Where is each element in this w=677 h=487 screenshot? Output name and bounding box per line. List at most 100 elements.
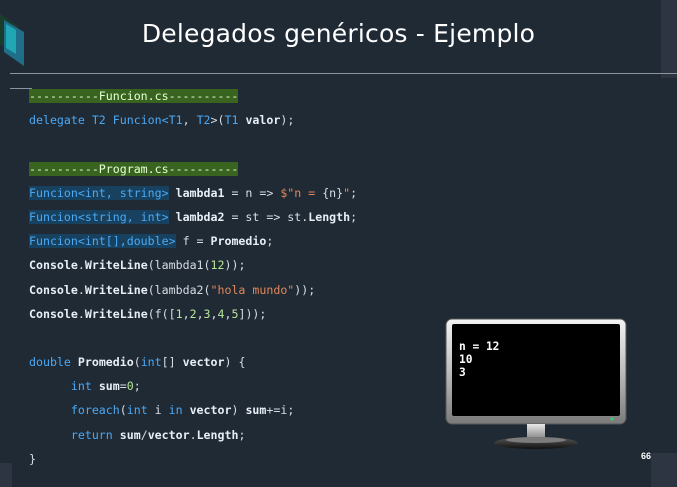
code-token: sum	[245, 403, 267, 418]
code-token: ,	[182, 306, 190, 321]
code-line: Console.WriteLine(lambda2("hola mundo"))…	[29, 278, 449, 302]
code-token: f =	[175, 234, 211, 249]
code-token: T1	[168, 113, 183, 128]
code-token: T1	[224, 113, 246, 128]
code-token: (	[133, 355, 141, 370]
code-token: ;	[266, 234, 274, 249]
code-token: = st => st.	[224, 209, 309, 224]
code-line: foreach(int i in vector) sum+=i;	[29, 398, 449, 422]
code-token: WriteLine	[84, 258, 148, 273]
code-token: .	[77, 306, 85, 321]
code-token: int	[126, 403, 155, 418]
code-token: Funcion<string, int>	[29, 209, 169, 224]
code-line: double Promedio(int[] vector) {	[29, 350, 449, 374]
code-token: Promedio	[77, 355, 134, 370]
code-token: Funcion<	[112, 113, 169, 128]
code-token: +=i;	[266, 403, 295, 418]
code-token: }	[29, 451, 36, 466]
code-token: lambda1	[175, 185, 225, 200]
code-token: )	[231, 403, 246, 418]
code-token: ,	[182, 113, 197, 128]
code-token: sum	[119, 427, 141, 442]
title-divider	[10, 73, 677, 74]
code-token: $"n =	[280, 185, 323, 200]
monitor-icon	[445, 318, 627, 449]
code-line: Console.WriteLine(f([1,2,3,4,5]));	[29, 302, 449, 326]
code-token: WriteLine	[84, 306, 148, 321]
code-token: 1	[175, 306, 183, 321]
code-token: delegate	[29, 113, 92, 128]
code-line: ----------Program.cs----------	[29, 157, 449, 181]
code-token: ,	[196, 306, 204, 321]
code-token: []	[161, 355, 183, 370]
code-line: delegate T2 Funcion<T1, T2>(T1 valor);	[29, 108, 449, 132]
corner-decoration-bottom-right	[651, 453, 677, 487]
code-token: foreach	[29, 403, 120, 418]
page-number: 66	[640, 451, 651, 461]
code-line: }	[29, 447, 449, 471]
code-token: WriteLine	[84, 282, 148, 297]
code-token: int	[29, 379, 99, 394]
code-token: Length	[308, 209, 351, 224]
code-token: Console	[29, 282, 78, 297]
code-token: ));	[224, 258, 246, 273]
code-token: ----------Funcion.cs----------	[29, 89, 239, 103]
code-token: 0	[126, 379, 134, 394]
code-token: .	[77, 258, 85, 273]
code-token: (	[119, 403, 127, 418]
code-token: {n}	[322, 185, 344, 200]
code-token: ;	[133, 379, 141, 394]
code-token: ----------Program.cs----------	[29, 161, 239, 176]
code-line: Funcion<int, string> lambda1 = n => $"n …	[29, 181, 449, 205]
code-token: 12	[210, 258, 225, 273]
code-token: ,	[210, 306, 218, 321]
code-token: Console	[29, 306, 78, 321]
code-line: int sum=0;	[29, 374, 449, 398]
slide: Delegados genéricos - Ejemplo ----------…	[0, 0, 677, 487]
code-line: Funcion<int[],double> f = Promedio;	[29, 229, 449, 253]
code-token: 2	[189, 306, 197, 321]
code-token: (lambda2(	[147, 282, 211, 297]
code-token: Promedio	[210, 234, 267, 249]
code-token: Console	[29, 258, 78, 273]
code-token: 3	[203, 306, 211, 321]
code-token: double	[29, 355, 78, 370]
code-token: = n =>	[224, 185, 281, 200]
code-token: >(	[210, 113, 225, 128]
code-token: .	[189, 427, 197, 442]
code-token: ;	[238, 427, 246, 442]
code-token: .	[77, 282, 85, 297]
code-token: 4	[217, 306, 225, 321]
code-token: i	[154, 403, 169, 418]
code-token: vector	[189, 403, 232, 418]
code-token: in	[168, 403, 190, 418]
code-token: valor	[245, 113, 281, 128]
code-token: ) {	[224, 355, 246, 370]
code-token: ]));	[238, 306, 267, 321]
code-token: /	[140, 427, 148, 442]
slide-title: Delegados genéricos - Ejemplo	[141, 19, 536, 48]
code-token: lambda2	[175, 209, 225, 224]
code-token: sum	[98, 379, 120, 394]
code-token: vector	[182, 355, 225, 370]
code-token: (lambda1(	[147, 258, 211, 273]
code-line: return sum/vector.Length;	[29, 423, 449, 447]
code-block: ----------Funcion.cs---------- delegate T…	[29, 84, 449, 471]
code-token: ));	[294, 282, 316, 297]
code-token: T2	[91, 113, 113, 128]
code-token: vector	[147, 427, 190, 442]
code-token: Length	[196, 427, 239, 442]
code-token: return	[29, 427, 120, 442]
code-token: int	[140, 355, 162, 370]
code-token: ;	[350, 185, 358, 200]
code-token: );	[280, 113, 295, 128]
code-token: =	[119, 379, 127, 394]
code-token: "hola mundo"	[210, 282, 295, 297]
code-token: Funcion<int, string>	[29, 185, 169, 200]
corner-decoration-bottom-left	[0, 463, 12, 487]
code-token: (f([	[147, 306, 176, 321]
